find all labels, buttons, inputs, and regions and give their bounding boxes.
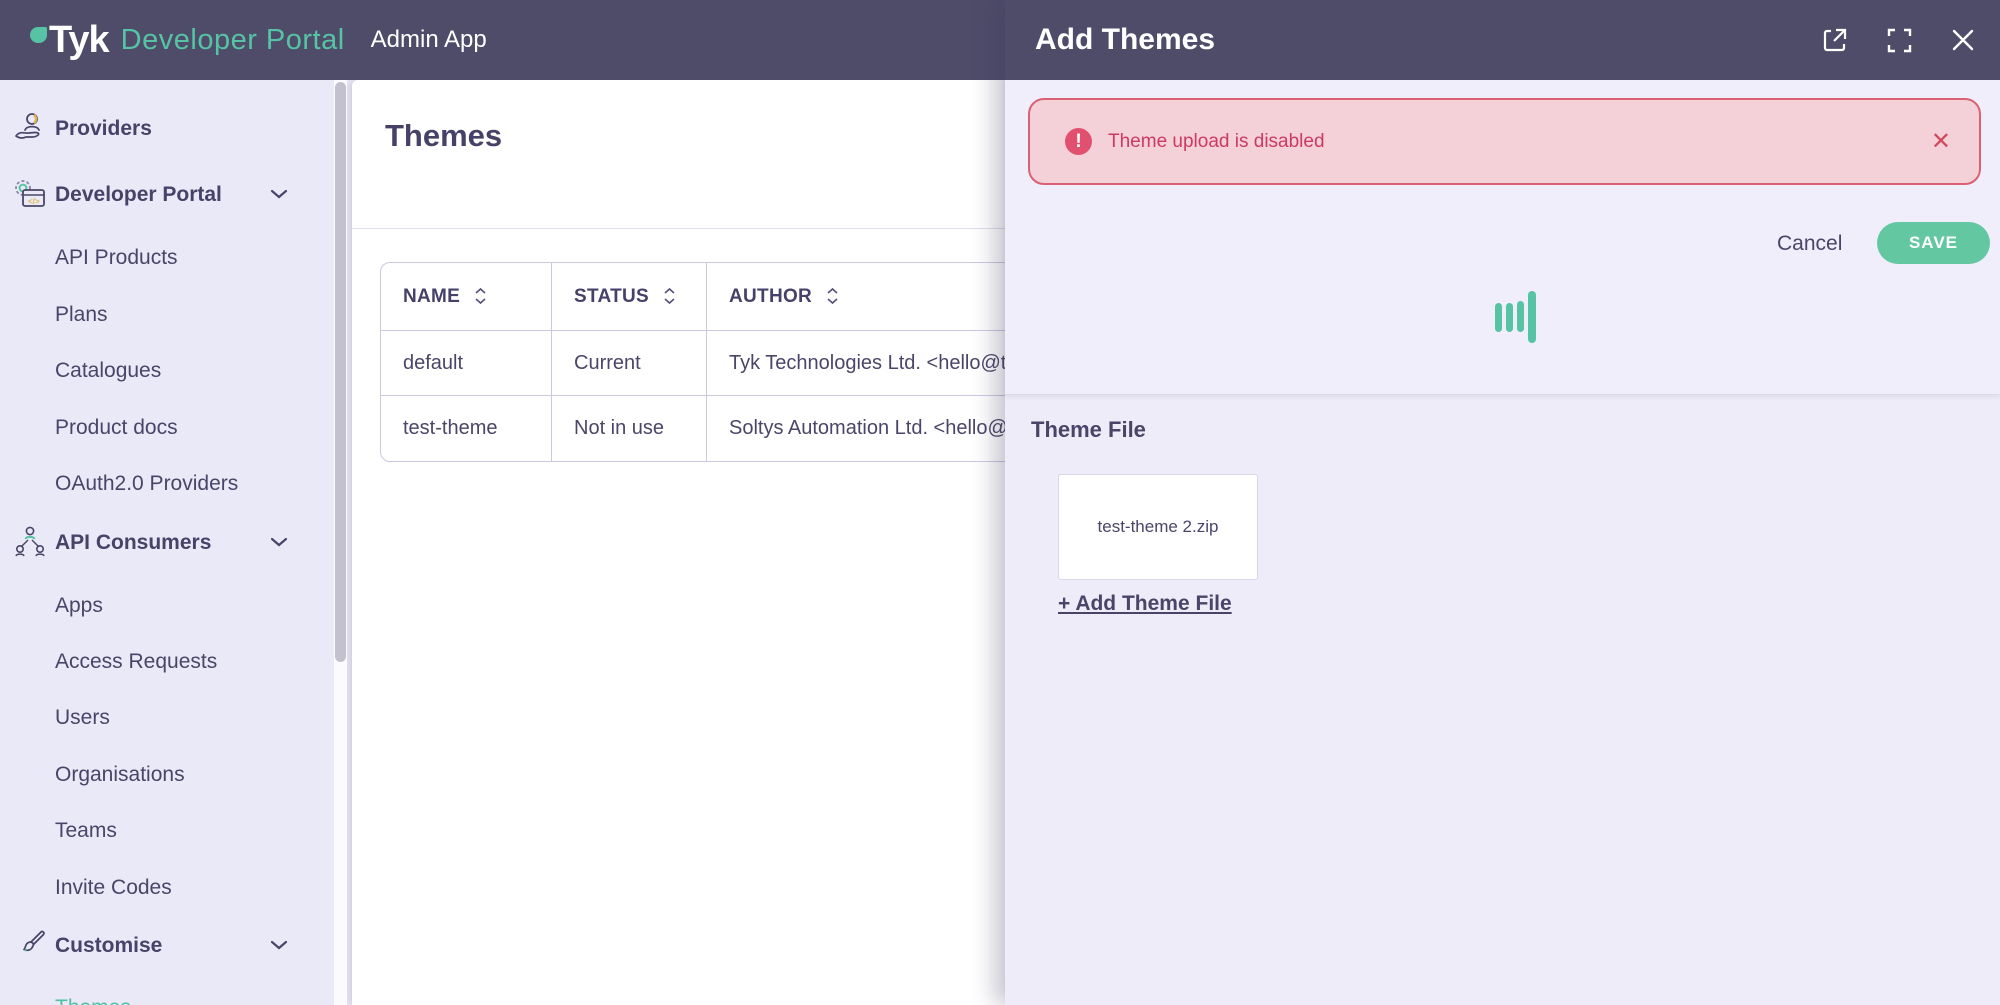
- alert-close-icon[interactable]: ✕: [1931, 130, 1951, 154]
- svg-text:</>: </>: [28, 197, 40, 206]
- sidebar-item-users[interactable]: Users: [0, 703, 330, 733]
- sidebar-item-oauth-providers[interactable]: OAuth2.0 Providers: [0, 469, 330, 499]
- drawer-form-panel: ! Theme upload is disabled ✕ Cancel SAVE: [1005, 80, 2000, 395]
- sidebar-item-label: Catalogues: [55, 359, 161, 383]
- cell-name: default: [381, 331, 552, 396]
- chevron-down-icon[interactable]: [270, 939, 288, 951]
- sidebar-item-label: Users: [55, 706, 110, 730]
- providers-icon: [12, 110, 48, 146]
- theme-file-section-title: Theme File: [1031, 417, 1146, 443]
- app-name: Admin App: [371, 26, 487, 54]
- sidebar-item-label: Teams: [55, 819, 117, 843]
- close-icon[interactable]: [1946, 23, 1980, 57]
- customise-brush-icon: [12, 927, 48, 963]
- api-consumers-icon: [12, 524, 48, 560]
- drawer-header: Add Themes: [1005, 0, 2000, 80]
- chevron-down-icon[interactable]: [270, 188, 288, 200]
- tyk-logo: Tyk Developer Portal: [30, 18, 345, 62]
- sidebar-item-invite-codes[interactable]: Invite Codes: [0, 873, 330, 903]
- cell-status: Current: [552, 331, 707, 396]
- column-header-name[interactable]: NAME: [381, 263, 552, 331]
- sidebar-item-developer-portal[interactable]: </> Developer Portal: [0, 180, 330, 210]
- column-header-status[interactable]: STATUS: [552, 263, 707, 331]
- error-exclamation-icon: !: [1065, 128, 1092, 155]
- theme-file-name: test-theme 2.zip: [1098, 517, 1219, 537]
- alert-message: Theme upload is disabled: [1108, 131, 1325, 153]
- sidebar-item-label: Organisations: [55, 763, 185, 787]
- sidebar-item-label: Invite Codes: [55, 876, 172, 900]
- error-alert: ! Theme upload is disabled ✕: [1028, 98, 1981, 185]
- column-label: STATUS: [574, 286, 649, 307]
- add-themes-drawer: Add Themes: [1005, 0, 2000, 1005]
- brand-text: Developer Portal: [121, 24, 345, 57]
- theme-file-card[interactable]: test-theme 2.zip: [1058, 474, 1258, 580]
- page-title: Themes: [385, 118, 502, 154]
- sidebar-item-teams[interactable]: Teams: [0, 816, 330, 846]
- sidebar-item-apps[interactable]: Apps: [0, 591, 330, 621]
- loading-bars-indicator: [1495, 285, 1539, 430]
- sidebar-item-label: Providers: [55, 117, 152, 141]
- sidebar-item-customise[interactable]: Customise: [0, 931, 330, 961]
- sidebar-item-label: Product docs: [55, 416, 178, 440]
- app-window: Tyk Developer Portal Admin App Providers: [0, 0, 2000, 1005]
- column-label: AUTHOR: [729, 286, 812, 307]
- sidebar-item-api-consumers[interactable]: API Consumers: [0, 528, 330, 558]
- sidebar-item-product-docs[interactable]: Product docs: [0, 413, 330, 443]
- sidebar-item-plans[interactable]: Plans: [0, 300, 330, 330]
- sidebar-item-label: Apps: [55, 594, 103, 618]
- sidebar-item-label: Themes: [55, 996, 131, 1005]
- developer-portal-icon: </>: [12, 176, 48, 212]
- cell-status: Not in use: [552, 396, 707, 461]
- sidebar-item-label: Developer Portal: [55, 183, 222, 207]
- save-button[interactable]: SAVE: [1877, 222, 1990, 264]
- sidebar-item-label: Plans: [55, 303, 108, 327]
- sidebar-item-api-products[interactable]: API Products: [0, 243, 330, 273]
- sidebar-scrollbar-thumb[interactable]: [335, 82, 346, 662]
- tyk-leaf-icon: [30, 27, 47, 43]
- sidebar-item-catalogues[interactable]: Catalogues: [0, 356, 330, 386]
- sort-icon: [474, 286, 487, 306]
- column-label: NAME: [403, 286, 460, 307]
- fullscreen-icon[interactable]: [1882, 23, 1916, 57]
- chevron-down-icon[interactable]: [270, 536, 288, 548]
- sidebar-item-label: API Products: [55, 246, 178, 270]
- add-theme-file-link[interactable]: + Add Theme File: [1058, 592, 1232, 616]
- sidebar-item-organisations[interactable]: Organisations: [0, 760, 330, 790]
- sidebar-item-label: Access Requests: [55, 650, 217, 674]
- sidebar-item-access-requests[interactable]: Access Requests: [0, 647, 330, 677]
- drawer-title: Add Themes: [1035, 23, 1215, 57]
- sidebar-item-providers[interactable]: Providers: [0, 114, 330, 144]
- cell-name: test-theme: [381, 396, 552, 461]
- sidebar-item-label: Customise: [55, 934, 162, 958]
- cancel-button[interactable]: Cancel: [1777, 232, 1842, 256]
- sort-icon: [826, 286, 839, 306]
- sort-icon: [663, 286, 676, 306]
- logo-text: Tyk: [49, 18, 109, 62]
- sidebar-item-themes[interactable]: Themes: [0, 993, 330, 1005]
- sidebar-item-label: OAuth2.0 Providers: [55, 472, 238, 496]
- open-in-new-window-icon[interactable]: [1818, 23, 1852, 57]
- drawer-body: ! Theme upload is disabled ✕ Cancel SAVE…: [1005, 80, 2000, 1005]
- sidebar-nav: Providers </> Developer Portal API Produ…: [0, 80, 347, 1005]
- sidebar-item-label: API Consumers: [55, 531, 211, 555]
